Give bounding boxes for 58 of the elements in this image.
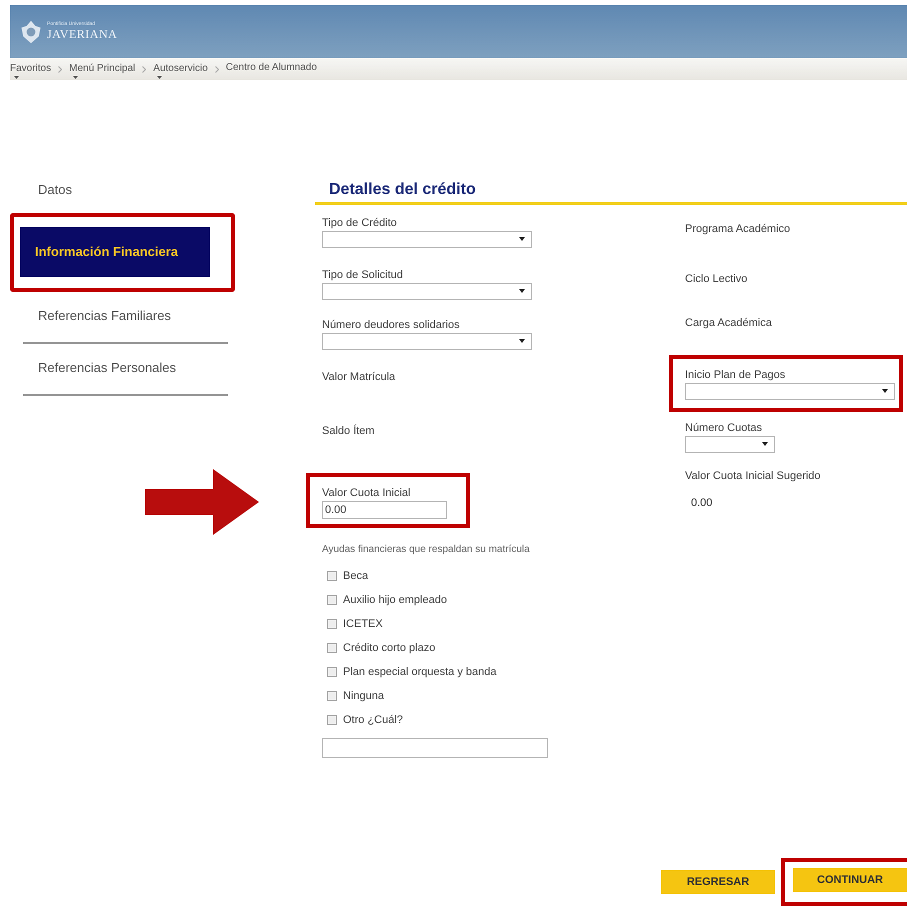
checkbox[interactable] — [327, 595, 337, 605]
section-title: Detalles del crédito — [315, 181, 907, 205]
checkbox[interactable] — [327, 571, 337, 581]
field-label: Carga Académica — [685, 317, 773, 329]
checkbox-label: Crédito corto plazo — [343, 642, 436, 654]
checkbox-label: Otro ¿Cuál? — [343, 714, 403, 726]
field-label: Valor Cuota Inicial Sugerido — [685, 470, 822, 482]
checkbox[interactable] — [327, 667, 337, 677]
field-label: Valor Matrícula — [322, 371, 396, 383]
caret-icon — [519, 289, 525, 293]
dropdown-field[interactable] — [322, 283, 532, 300]
caret-icon — [519, 237, 525, 241]
checkbox[interactable] — [327, 691, 337, 701]
breadcrumb-link[interactable]: Autoservicio — [153, 59, 208, 79]
caret-icon — [519, 339, 525, 343]
dropdown-field[interactable] — [685, 383, 895, 400]
sidebar-item[interactable]: Datos — [13, 177, 232, 203]
breadcrumb-link[interactable]: Centro de Alumnado — [226, 60, 317, 78]
caret-icon — [157, 76, 162, 79]
button[interactable]: REGRESAR — [661, 870, 775, 894]
field-label: Tipo de Solicitud — [322, 269, 404, 281]
checkbox[interactable] — [327, 619, 337, 629]
checkbox[interactable] — [327, 643, 337, 653]
caret-icon — [882, 389, 888, 393]
field-label: Número deudores solidarios — [322, 319, 461, 331]
breadcrumb-link[interactable]: Menú Principal — [69, 59, 136, 79]
field-label: Número Cuotas — [685, 422, 764, 434]
logo-title: JAVERIANA — [47, 27, 118, 42]
field-label: Inicio Plan de Pagos — [685, 369, 786, 381]
checkbox-label: Auxilio hijo empleado — [343, 594, 447, 606]
checkbox-label: Beca — [343, 570, 368, 582]
dropdown-field[interactable] — [322, 231, 532, 248]
field-value: 0.00 — [691, 497, 714, 509]
checkbox[interactable] — [327, 715, 337, 725]
field-label: Saldo Ítem — [322, 425, 376, 437]
chevron-icon — [214, 66, 219, 72]
section-label: Ayudas financieras que respaldan su matrícula — [322, 544, 531, 555]
caret-icon — [762, 442, 768, 446]
field-label: Programa Académico — [685, 223, 792, 235]
breadcrumb-link[interactable]: Favoritos — [10, 59, 52, 79]
sidebar-item[interactable]: Referencias Personales — [23, 348, 228, 396]
chevron-icon — [58, 66, 62, 72]
checkbox-label: Ninguna — [343, 690, 384, 702]
sidebar-item[interactable]: Referencias Familiares — [23, 296, 228, 344]
dropdown-field[interactable] — [322, 333, 532, 350]
caret-icon — [73, 76, 78, 79]
checkbox-label: Plan especial orquesta y banda — [343, 666, 496, 678]
sidebar-item[interactable]: Información Financiera — [20, 227, 210, 277]
field-label: Valor Cuota Inicial — [322, 487, 412, 499]
input-field[interactable] — [322, 738, 548, 758]
button[interactable]: CONTINUAR — [793, 868, 907, 892]
caret-icon — [14, 76, 19, 79]
field-label: Ciclo Lectivo — [685, 273, 748, 285]
input-field[interactable]: 0.00 — [322, 501, 447, 519]
dropdown-field[interactable] — [685, 436, 775, 453]
chevron-icon — [142, 66, 146, 72]
checkbox-label: ICETEX — [343, 618, 383, 630]
field-label: Tipo de Crédito — [322, 217, 398, 229]
